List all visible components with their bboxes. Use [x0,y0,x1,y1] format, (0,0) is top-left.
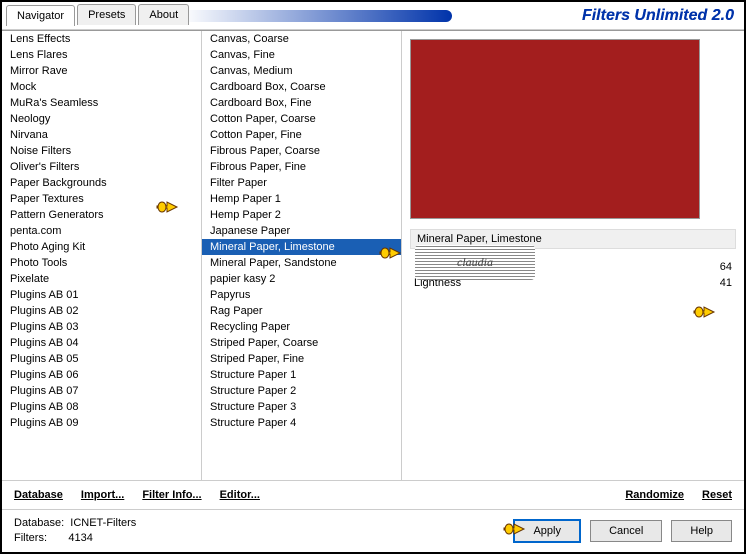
filter-item[interactable]: Cardboard Box, Fine [202,95,401,111]
annotation-pointer-icon [692,303,716,321]
filter-item[interactable]: Canvas, Coarse [202,31,401,47]
category-item[interactable]: Photo Tools [2,255,201,271]
tab-navigator[interactable]: Navigator [6,5,75,26]
filter-info-button[interactable]: Filter Info... [142,489,201,501]
database-button[interactable]: Database [14,489,63,501]
filter-list[interactable]: Canvas, CoarseCanvas, FineCanvas, Medium… [202,31,402,480]
category-item[interactable]: Plugins AB 02 [2,303,201,319]
header-bar: NavigatorPresetsAbout Filters Unlimited … [2,2,744,30]
filter-item[interactable]: Filter Paper [202,175,401,191]
param-value: 41 [720,277,732,289]
category-item[interactable]: Lens Effects [2,31,201,47]
category-list[interactable]: Lens EffectsLens FlaresMirror RaveMockMu… [2,31,202,480]
reset-button[interactable]: Reset [702,489,732,501]
filter-item[interactable]: Canvas, Fine [202,47,401,63]
category-item[interactable]: Mirror Rave [2,63,201,79]
category-item[interactable]: Paper Backgrounds [2,175,201,191]
tab-about[interactable]: About [138,4,189,25]
annotation-pointer-icon [378,244,402,262]
filter-item[interactable]: papier kasy 2 [202,271,401,287]
category-item[interactable]: Plugins AB 07 [2,383,201,399]
category-item[interactable]: Plugins AB 08 [2,399,201,415]
filter-item[interactable]: Canvas, Medium [202,63,401,79]
app-title: Filters Unlimited 2.0 [582,7,734,25]
filter-item[interactable]: Structure Paper 1 [202,367,401,383]
filter-item[interactable]: Mineral Paper, Sandstone [202,255,401,271]
status-bar: Database: ICNET-Filters Filters: 4134 Ap… [2,509,744,553]
editor-button[interactable]: Editor... [220,489,260,501]
status-filters-label: Filters: [14,532,47,544]
import-button[interactable]: Import... [81,489,124,501]
filter-item[interactable]: Fibrous Paper, Fine [202,159,401,175]
filter-item[interactable]: Fibrous Paper, Coarse [202,143,401,159]
category-item[interactable]: Pixelate [2,271,201,287]
category-item[interactable]: Plugins AB 09 [2,415,201,431]
annotation-pointer-icon [502,520,526,538]
filter-item[interactable]: Japanese Paper [202,223,401,239]
category-item[interactable]: Plugins AB 05 [2,351,201,367]
main-panel: Lens EffectsLens FlaresMirror RaveMockMu… [2,30,744,480]
annotation-pointer-icon [155,198,179,216]
status-db-label: Database: [14,517,64,529]
preview-image [410,39,700,219]
filter-item[interactable]: Rag Paper [202,303,401,319]
filter-item[interactable]: Cotton Paper, Coarse [202,111,401,127]
category-item[interactable]: Plugins AB 01 [2,287,201,303]
filter-item[interactable]: Structure Paper 4 [202,415,401,431]
watermark: claudia [415,245,535,280]
category-item[interactable]: Plugins AB 03 [2,319,201,335]
filter-item[interactable]: Mineral Paper, Limestone [202,239,401,255]
category-item[interactable]: Nirvana [2,127,201,143]
header-stripe [182,10,452,22]
filter-item[interactable]: Cotton Paper, Fine [202,127,401,143]
category-item[interactable]: Oliver's Filters [2,159,201,175]
filter-item[interactable]: Hemp Paper 2 [202,207,401,223]
category-item[interactable]: penta.com [2,223,201,239]
category-item[interactable]: Photo Aging Kit [2,239,201,255]
filter-item[interactable]: Striped Paper, Coarse [202,335,401,351]
filter-item[interactable]: Structure Paper 3 [202,399,401,415]
category-item[interactable]: Plugins AB 04 [2,335,201,351]
tab-presets[interactable]: Presets [77,4,136,25]
help-button[interactable]: Help [671,520,732,542]
filter-item[interactable]: Structure Paper 2 [202,383,401,399]
category-item[interactable]: Lens Flares [2,47,201,63]
category-item[interactable]: Mock [2,79,201,95]
watermark-text: claudia [457,255,493,270]
category-item[interactable]: Neology [2,111,201,127]
status-text: Database: ICNET-Filters Filters: 4134 [14,516,136,547]
filter-item[interactable]: Recycling Paper [202,319,401,335]
action-buttons: Apply Cancel Help [507,519,732,543]
filter-item[interactable]: Papyrus [202,287,401,303]
filter-item[interactable]: Striped Paper, Fine [202,351,401,367]
category-item[interactable]: MuRa's Seamless [2,95,201,111]
status-db-value: ICNET-Filters [70,517,136,529]
cancel-button[interactable]: Cancel [590,520,662,542]
param-value: 64 [720,261,732,273]
toolbar: Database Import... Filter Info... Editor… [2,480,744,509]
randomize-button[interactable]: Randomize [625,489,684,501]
status-filters-value: 4134 [68,532,92,544]
category-item[interactable]: Noise Filters [2,143,201,159]
filter-item[interactable]: Cardboard Box, Coarse [202,79,401,95]
filter-item[interactable]: Hemp Paper 1 [202,191,401,207]
tabs: NavigatorPresetsAbout [6,4,191,25]
category-item[interactable]: Plugins AB 06 [2,367,201,383]
